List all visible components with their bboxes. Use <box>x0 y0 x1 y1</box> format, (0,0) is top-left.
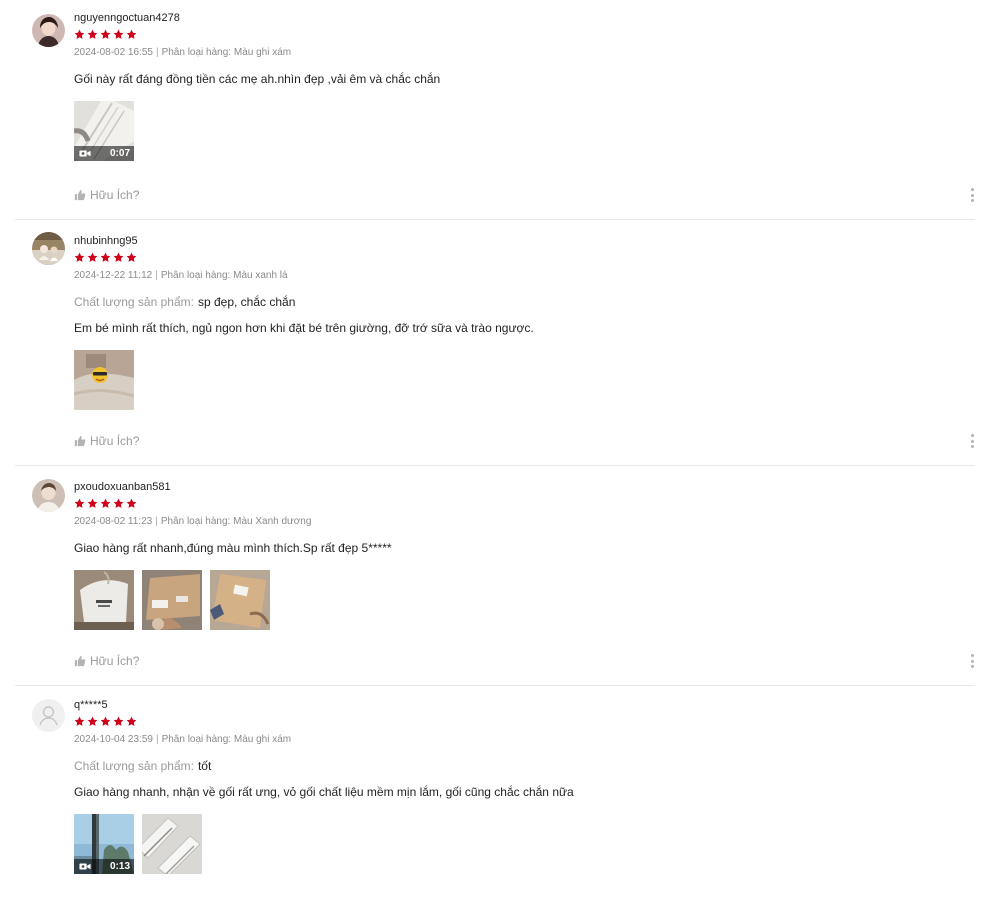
star-icon <box>113 498 124 509</box>
star-icon <box>87 252 98 263</box>
review-text: Giao hàng nhanh, nhận về gối rất ưng, vỏ… <box>74 785 574 799</box>
star-icon <box>113 29 124 40</box>
rating-stars <box>74 498 975 510</box>
review-item: nhubinhng95 2024-12-22 11:12 | Phân loại… <box>15 232 975 455</box>
user-icon <box>32 699 65 732</box>
avatar[interactable] <box>32 232 65 265</box>
meta-separator: | <box>155 734 159 745</box>
reviewer-username: nguyenngoctuan4278 <box>74 12 180 24</box>
video-camera-icon <box>79 862 91 871</box>
avatar[interactable] <box>32 14 65 47</box>
thumbs-up-icon <box>74 435 86 447</box>
thumbs-up-icon <box>74 655 86 667</box>
star-icon <box>113 716 124 727</box>
meta-separator: | <box>155 516 158 527</box>
star-icon <box>87 29 98 40</box>
star-icon <box>113 252 124 263</box>
star-icon <box>100 498 111 509</box>
review-text: Giao hàng rất nhanh,đúng màu mình thích.… <box>74 541 392 555</box>
more-vertical-icon <box>970 434 974 437</box>
star-icon <box>74 252 85 263</box>
video-duration: 0:13 <box>109 860 130 872</box>
video-overlay: 0:07 <box>74 146 134 161</box>
helpful-button[interactable]: Hữu Ích? <box>74 188 139 202</box>
review-video-thumbnail[interactable]: 0:07 <box>74 101 134 161</box>
video-overlay: 0:13 <box>74 859 134 874</box>
star-icon <box>74 498 85 509</box>
star-icon <box>74 716 85 727</box>
review-divider <box>15 465 975 466</box>
review-date: 2024-10-04 23:59 <box>74 734 153 745</box>
star-icon <box>126 498 137 509</box>
more-options-button[interactable] <box>969 654 975 668</box>
review-variation: Phân loại hàng: Màu ghi xám <box>161 734 292 745</box>
review-divider <box>15 219 975 220</box>
review-meta: 2024-08-02 11:23 | Phân loại hàng: Màu X… <box>74 516 975 528</box>
rating-stars <box>74 252 975 264</box>
star-icon <box>126 29 137 40</box>
star-icon <box>126 252 137 263</box>
star-icon <box>100 29 111 40</box>
helpful-button[interactable]: Hữu Ích? <box>74 434 139 448</box>
review-image-thumbnail[interactable] <box>142 814 202 874</box>
reviewer-username: nhubinhng95 <box>74 235 138 247</box>
star-icon <box>87 498 98 509</box>
review-video-thumbnail[interactable]: 0:13 <box>74 814 134 874</box>
meta-separator: | <box>155 47 159 58</box>
review-item: pxoudoxuanban581 2024-08-02 11:23 | Phân… <box>15 479 975 677</box>
review-meta: 2024-10-04 23:59 | Phân loại hàng: Màu g… <box>74 734 975 746</box>
review-media: 0:13 <box>74 814 975 874</box>
more-options-button[interactable] <box>969 188 975 202</box>
review-variation: Phân loại hàng: Màu Xanh dương <box>160 516 312 527</box>
review-image-thumbnail[interactable] <box>74 570 134 630</box>
review-media <box>74 350 975 410</box>
quality-value: sp đẹp, chắc chắn <box>197 295 296 309</box>
more-vertical-icon <box>970 188 974 191</box>
review-image-thumbnail[interactable] <box>142 570 202 630</box>
thumbs-up-icon <box>74 189 86 201</box>
review-media: 0:07 <box>74 101 975 161</box>
helpful-label: Hữu Ích? <box>90 434 140 448</box>
product-quality: Chất lượng sản phẩm: tốt <box>74 759 975 774</box>
review-image-thumbnail[interactable] <box>74 350 134 410</box>
review-date: 2024-08-02 11:23 <box>74 516 153 527</box>
quality-label: Chất lượng sản phẩm: <box>74 759 194 773</box>
review-date: 2024-12-22 11:12 <box>74 270 153 281</box>
avatar[interactable] <box>32 699 65 732</box>
helpful-button[interactable]: Hữu Ích? <box>74 654 139 668</box>
review-variation: Phân loại hàng: Màu ghi xám <box>161 47 292 58</box>
rating-stars <box>74 716 975 728</box>
review-media <box>74 570 975 630</box>
star-icon <box>100 716 111 727</box>
helpful-label: Hữu Ích? <box>90 654 140 668</box>
video-camera-icon <box>79 149 91 158</box>
star-icon <box>126 716 137 727</box>
avatar[interactable] <box>32 479 65 512</box>
review-meta: 2024-08-02 16:55 | Phân loại hàng: Màu g… <box>74 47 975 59</box>
review-text: Gối này rất đáng đồng tiền các mẹ ah.nhì… <box>74 72 441 86</box>
review-divider <box>15 685 975 686</box>
quality-value: tốt <box>197 759 212 773</box>
more-vertical-icon <box>970 654 974 657</box>
review-item: nguyenngoctuan4278 2024-08-02 16:55 | Ph… <box>15 12 975 210</box>
star-icon <box>74 29 85 40</box>
review-variation: Phân loại hàng: Màu xanh lá <box>160 270 288 281</box>
review-text: Em bé mình rất thích, ngủ ngon hơn khi đ… <box>74 321 534 335</box>
star-icon <box>87 716 98 727</box>
quality-label: Chất lượng sản phẩm: <box>74 295 194 309</box>
meta-separator: | <box>155 270 158 281</box>
rating-stars <box>74 29 975 41</box>
video-duration: 0:07 <box>109 147 130 159</box>
product-quality: Chất lượng sản phẩm: sp đẹp, chắc chắn <box>74 295 975 310</box>
review-image-thumbnail[interactable] <box>210 570 270 630</box>
review-item: q*****5 2024-10-04 23:59 | Phân loại hàn… <box>15 699 975 889</box>
reviewer-username: pxoudoxuanban581 <box>74 481 171 493</box>
review-date: 2024-08-02 16:55 <box>74 47 153 58</box>
more-options-button[interactable] <box>969 434 975 448</box>
star-icon <box>100 252 111 263</box>
reviewer-username: q*****5 <box>74 699 108 711</box>
review-meta: 2024-12-22 11:12 | Phân loại hàng: Màu x… <box>74 270 975 282</box>
helpful-label: Hữu Ích? <box>90 188 140 202</box>
